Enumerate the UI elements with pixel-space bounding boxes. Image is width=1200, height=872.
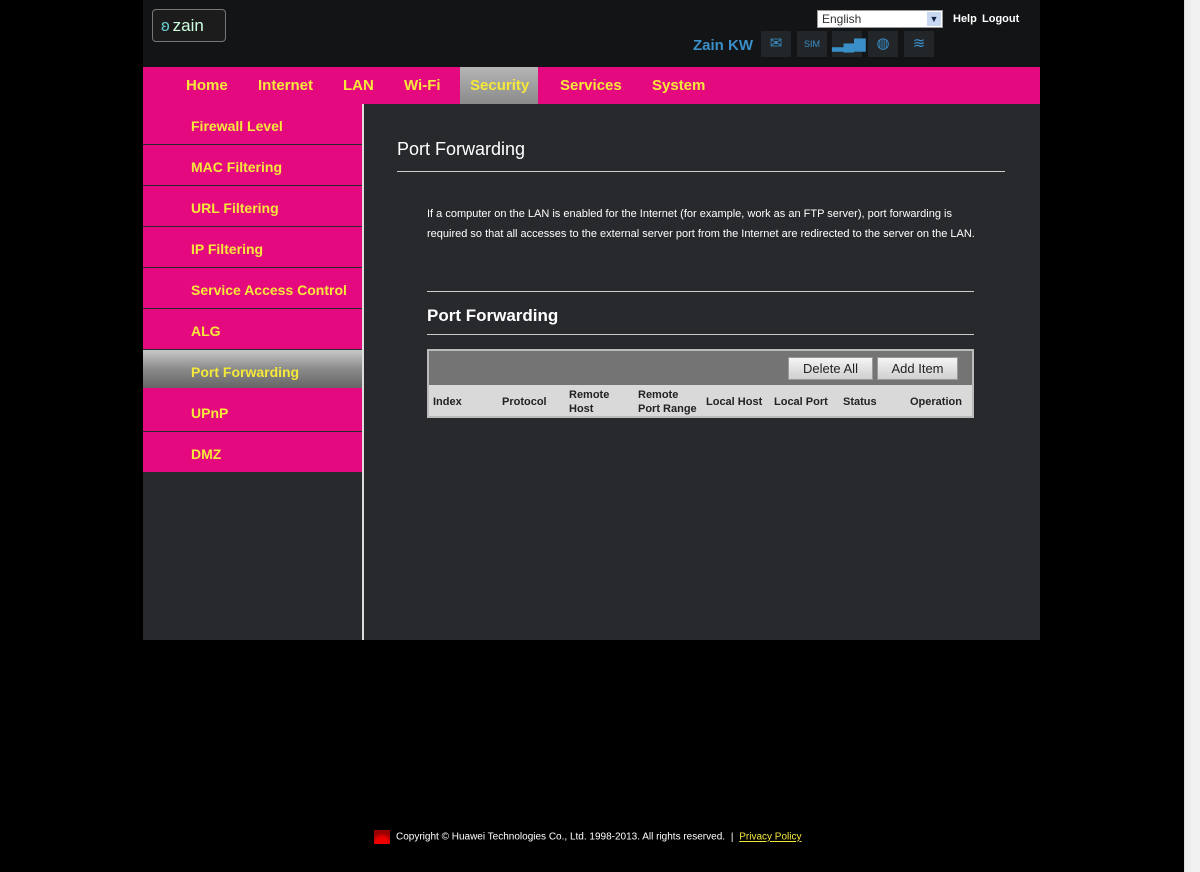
tab-services[interactable]: Services bbox=[550, 67, 632, 104]
sidebar-item-ip-filtering[interactable]: IP Filtering bbox=[143, 227, 363, 268]
sidebar-item-firewall-level[interactable]: Firewall Level bbox=[143, 104, 363, 145]
col-protocol: Protocol bbox=[502, 396, 547, 408]
mail-icon[interactable]: ✉ bbox=[761, 31, 791, 57]
sidebar-item-dmz[interactable]: DMZ bbox=[143, 432, 363, 473]
zain-logo: ʚ zain bbox=[152, 9, 226, 42]
table-header: Index Protocol Remote Host Remote Port R… bbox=[429, 385, 972, 416]
language-value: English bbox=[822, 12, 862, 26]
col-status: Status bbox=[843, 396, 877, 408]
sidebar-item-alg[interactable]: ALG bbox=[143, 309, 363, 350]
wifi-icon[interactable]: ≋ bbox=[904, 31, 934, 57]
logo-text: zain bbox=[172, 16, 204, 35]
logout-link[interactable]: Logout bbox=[982, 13, 1019, 25]
col-remote-port-range: Remote Port Range bbox=[638, 389, 697, 415]
sidebar-item-upnp[interactable]: UPnP bbox=[143, 391, 363, 432]
col-operation: Operation bbox=[910, 396, 962, 408]
divider bbox=[427, 291, 974, 292]
sidebar-item-port-forwarding[interactable]: Port Forwarding bbox=[143, 350, 363, 391]
main-content: Port Forwarding If a computer on the LAN… bbox=[364, 104, 1040, 640]
divider bbox=[427, 334, 974, 335]
delete-all-button[interactable]: Delete All bbox=[788, 357, 873, 380]
description: If a computer on the LAN is enabled for … bbox=[427, 208, 975, 240]
sidebar-item-url-filtering[interactable]: URL Filtering bbox=[143, 186, 363, 227]
col-remote-host: Remote Host bbox=[569, 389, 610, 415]
header: ʚ zain English ▼ Help Logout Zain KW ✉ SIM… bbox=[143, 0, 1040, 67]
sidebar: Firewall Level MAC Filtering URL Filteri… bbox=[143, 104, 363, 640]
tab-security[interactable]: Security bbox=[460, 67, 538, 104]
divider bbox=[397, 171, 1005, 172]
tab-internet[interactable]: Internet bbox=[248, 67, 323, 104]
port-forwarding-table: Delete All Add Item Index Protocol Remot… bbox=[427, 349, 974, 418]
main-nav: Home Internet LAN Wi-Fi Security Service… bbox=[143, 67, 1040, 104]
language-select[interactable]: English ▼ bbox=[817, 10, 943, 28]
signal-icon: ▂▄▆ bbox=[832, 31, 866, 57]
col-local-host: Local Host bbox=[706, 396, 763, 408]
help-link[interactable]: Help bbox=[953, 13, 977, 25]
separator: | bbox=[730, 831, 734, 843]
col-index: Index bbox=[433, 396, 462, 408]
globe-icon[interactable]: ◍ bbox=[868, 31, 898, 57]
tab-home[interactable]: Home bbox=[176, 67, 238, 104]
add-item-button[interactable]: Add Item bbox=[877, 357, 958, 380]
tab-system[interactable]: System bbox=[642, 67, 715, 104]
tab-lan[interactable]: LAN bbox=[333, 67, 384, 104]
chevron-down-icon: ▼ bbox=[927, 12, 941, 26]
footer: Copyright © Huawei Technologies Co., Ltd… bbox=[374, 830, 801, 844]
copyright: Copyright © Huawei Technologies Co., Ltd… bbox=[396, 831, 726, 843]
section-title: Port Forwarding bbox=[427, 306, 559, 325]
col-local-port: Local Port bbox=[774, 396, 828, 408]
sim-icon[interactable]: SIM bbox=[797, 31, 827, 57]
tab-wifi[interactable]: Wi-Fi bbox=[394, 67, 451, 104]
operator-name: Zain KW bbox=[693, 37, 753, 54]
sidebar-item-mac-filtering[interactable]: MAC Filtering bbox=[143, 145, 363, 186]
sidebar-item-service-access-control[interactable]: Service Access Control bbox=[143, 268, 363, 309]
page-title: Port Forwarding bbox=[397, 139, 526, 159]
privacy-policy-link[interactable]: Privacy Policy bbox=[739, 832, 801, 843]
huawei-logo bbox=[374, 830, 390, 844]
scrollbar[interactable] bbox=[1184, 0, 1200, 872]
